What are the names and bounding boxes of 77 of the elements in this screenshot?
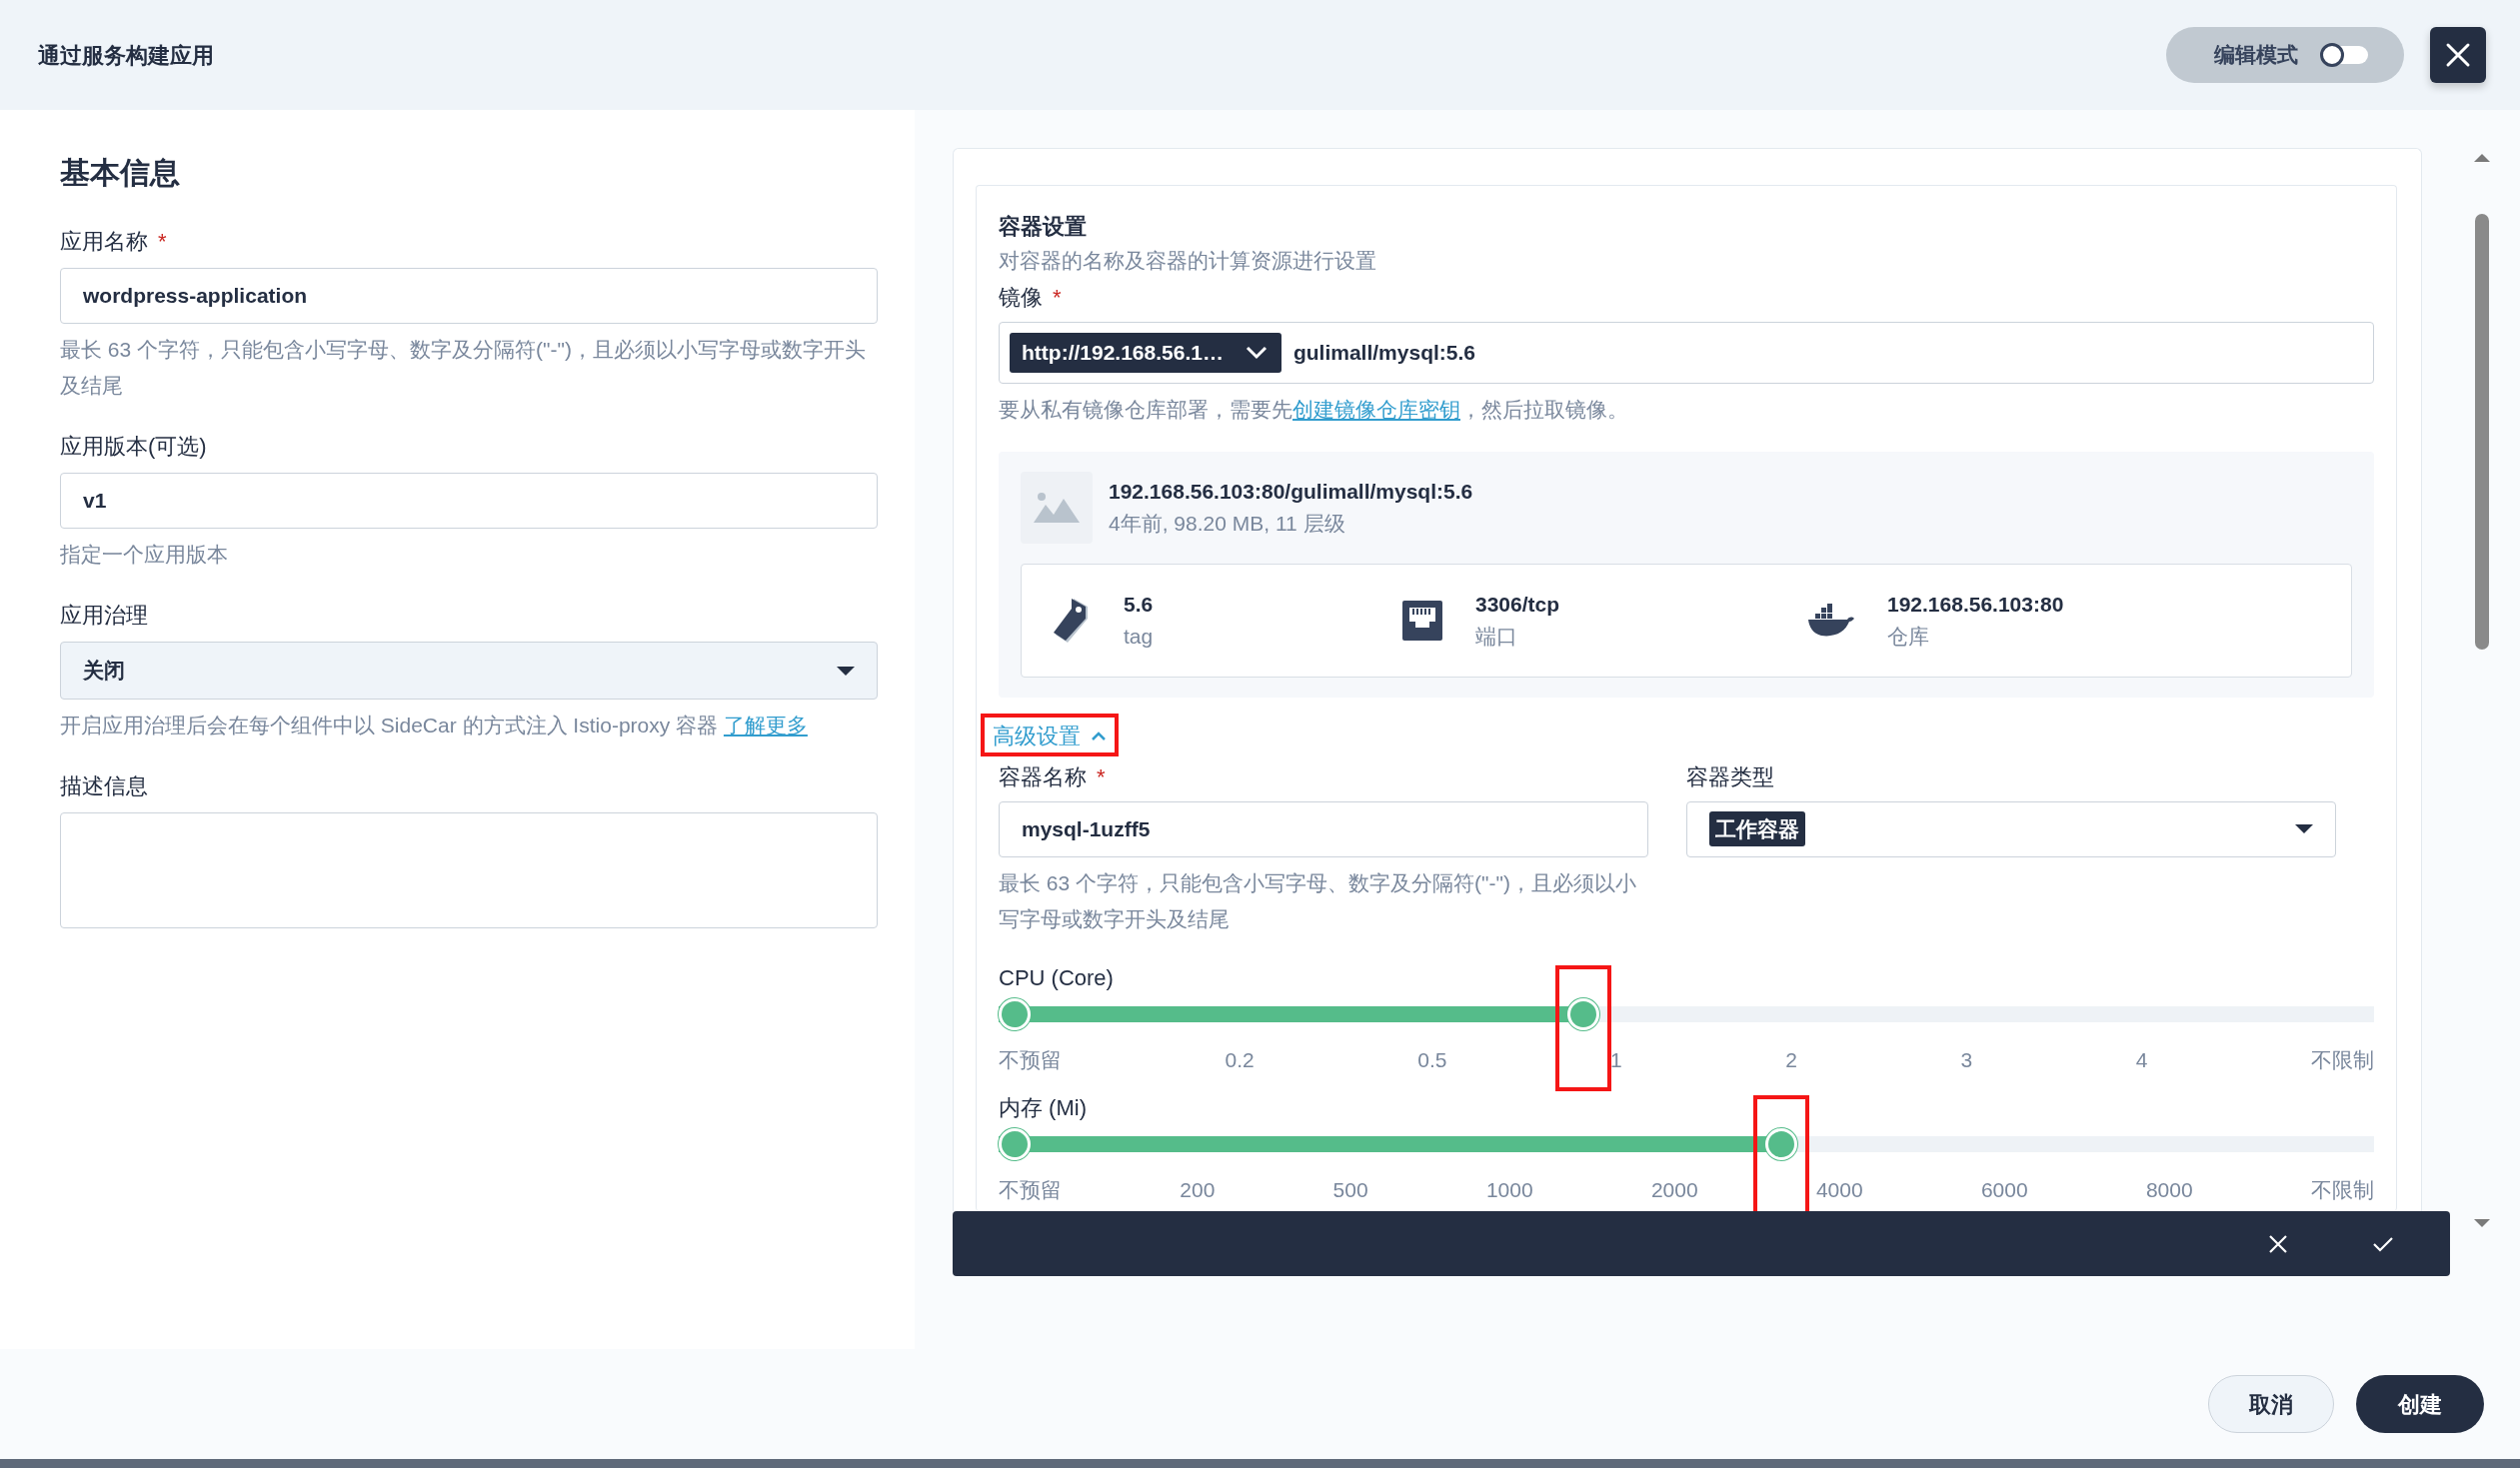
- required-mark: *: [1097, 762, 1106, 791]
- image-field[interactable]: http://192.168.56.1… gulimall/mysql:5.6: [999, 321, 2374, 384]
- check-icon: [2372, 1235, 2394, 1252]
- detail-value: 192.168.56.103:80: [1887, 592, 2064, 618]
- tick-label: 2: [1785, 1046, 1797, 1073]
- tick-label: 8000: [2145, 1177, 2193, 1203]
- tick-label: 1000: [1485, 1177, 1533, 1203]
- input-field[interactable]: wordpress-application: [60, 268, 878, 324]
- tick-label: 6000: [1980, 1177, 2028, 1203]
- tick-label: 1: [1610, 1046, 1622, 1073]
- tick-label: 不预留: [999, 1046, 1062, 1073]
- image-meta: 4年前, 98.20 MB, 11 层级: [1109, 510, 1346, 537]
- field-label: 应用版本(可选): [60, 433, 207, 461]
- tick-label: 4000: [1815, 1177, 1863, 1203]
- section-heading: 基本信息: [60, 155, 181, 191]
- tick-label: 3: [1960, 1046, 1973, 1073]
- close-icon: [2445, 42, 2471, 68]
- slider-label: 内存 (Mi): [999, 1094, 1088, 1122]
- confirm-button[interactable]: [2372, 1235, 2394, 1252]
- tick-label: 2000: [1650, 1177, 1698, 1203]
- detail-caption: 端口: [1475, 623, 1518, 650]
- select-value: 关闭: [83, 658, 125, 685]
- registry-dropdown[interactable]: http://192.168.56.1…: [1010, 332, 1281, 373]
- edit-mode-toggle[interactable]: 编辑模式: [2166, 27, 2404, 83]
- input-field[interactable]: v1: [60, 473, 878, 529]
- select-field[interactable]: 工作容器: [1686, 800, 2336, 857]
- whale-icon: [1807, 603, 1855, 638]
- chevron-down-icon: [1245, 345, 1267, 360]
- field-label: 镜像: [999, 283, 1043, 312]
- tick-label: 不预留: [999, 1177, 1062, 1203]
- cancel-button[interactable]: 取消: [2208, 1375, 2334, 1433]
- chevron-up-icon: [1091, 731, 1107, 740]
- close-button[interactable]: [2430, 27, 2486, 83]
- select-field[interactable]: 关闭: [60, 642, 878, 700]
- tick-label: 不限制: [2311, 1046, 2374, 1073]
- container-type-tag: 工作容器: [1709, 810, 1805, 847]
- image-value: gulimall/mysql:5.6: [1292, 339, 1475, 366]
- dialog-title: 通过服务构建应用: [38, 41, 215, 70]
- help-text: 最长 63 个字符，只能包含小写字母、数字及分隔符("-")，且必须以小写字母或数字开头及结尾: [999, 869, 1637, 932]
- field-label: 描述信息: [60, 772, 148, 800]
- detail-value: 5.6: [1124, 592, 1154, 618]
- caret-icon: [2295, 824, 2313, 833]
- tick-label: 500: [1332, 1177, 1368, 1203]
- slider-handle[interactable]: [999, 1128, 1031, 1160]
- slider-handle[interactable]: [999, 997, 1031, 1030]
- tick-label: 0.2: [1225, 1046, 1255, 1073]
- field-label: 容器类型: [1686, 763, 1774, 789]
- network-port-icon: [1401, 599, 1443, 642]
- image-name: 192.168.56.103:80/gulimall/mysql:5.6: [1109, 479, 1473, 505]
- section-description: 对容器的名称及容器的计算资源进行设置: [999, 248, 1377, 274]
- tick-label: 不限制: [2310, 1177, 2374, 1203]
- help-text: 最长 63 个字符，只能包含小写字母、数字及分隔符("-")，且必须以小写字母或数字开头及结尾: [60, 337, 867, 399]
- detail-caption: tag: [1124, 623, 1154, 650]
- help-text: 指定一个应用版本: [60, 542, 229, 568]
- section-title: 容器设置: [999, 213, 1088, 241]
- input-field[interactable]: mysql-1uzff5: [999, 800, 1648, 857]
- field-label: 应用治理: [60, 602, 148, 630]
- detail-value: 3306/tcp: [1475, 592, 1560, 618]
- field-label: 容器名称: [999, 762, 1087, 791]
- slider-label: CPU (Core): [999, 963, 1115, 992]
- slider-handle[interactable]: [1764, 1128, 1797, 1160]
- caret-icon: [837, 666, 855, 676]
- required-mark: *: [158, 228, 167, 256]
- registry-hint: 要从私有镜像仓库部署，需要先创建镜像仓库密钥，然后拉取镜像。: [999, 396, 1629, 423]
- detail-caption: 仓库: [1887, 623, 1930, 650]
- tick-label: 4: [2135, 1046, 2148, 1073]
- slider-handle[interactable]: [1566, 997, 1599, 1030]
- field-label: 应用名称: [60, 228, 148, 256]
- tick-label: 0.5: [1417, 1046, 1447, 1073]
- cancel-edit-button[interactable]: [2268, 1233, 2288, 1254]
- required-mark: *: [1053, 283, 1062, 312]
- help-text: 开启应用治理后会在每个组件中以 SideCar 的方式注入 Istio-proxy 容器: [60, 714, 720, 736]
- mountain-icon: [1032, 490, 1082, 525]
- close-icon: [2268, 1233, 2288, 1254]
- textarea-field[interactable]: [60, 812, 878, 928]
- create-button[interactable]: 创建: [2356, 1375, 2484, 1433]
- tick-label: 200: [1180, 1177, 1216, 1203]
